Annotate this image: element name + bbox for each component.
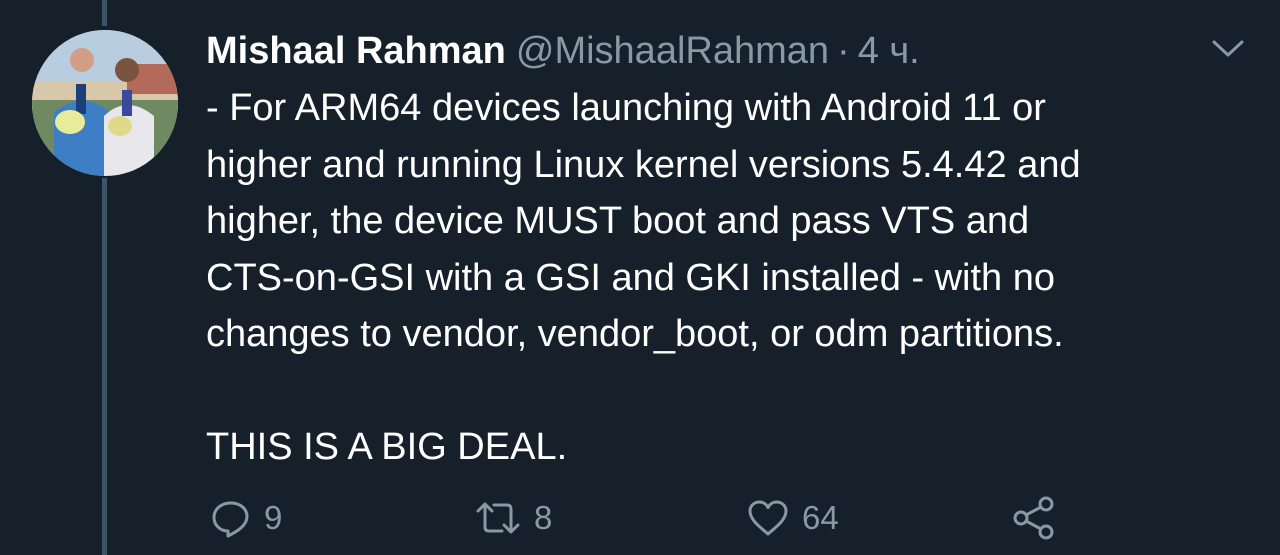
reply-icon <box>212 501 249 538</box>
retweet-count: 8 <box>534 499 553 536</box>
tweet-actions: 9 8 64 <box>0 492 1280 544</box>
retweet-icon <box>476 502 520 534</box>
tweet-text-line: CTS-on-GSI with a GSI and GKI installed … <box>206 256 1056 299</box>
tweet-text-line: changes to vendor, vendor_boot, or odm p… <box>206 313 1064 355</box>
tweet-text-line: higher and running Linux kernel versions… <box>206 143 1081 186</box>
tweet-text-line: - For ARM64 devices launching with Andro… <box>206 87 1046 129</box>
tweet-header: Mishaal Rahman @MishaalRahman · 4 ч. <box>206 26 920 76</box>
tweet-text-line: higher, the device MUST boot and pass VT… <box>206 200 1030 242</box>
separator-dot: · <box>837 30 850 72</box>
user-handle[interactable]: @MishaalRahman <box>516 30 829 72</box>
avatar[interactable] <box>32 30 178 176</box>
share-icon <box>1013 496 1054 540</box>
reply-count: 9 <box>264 499 283 536</box>
like-button[interactable]: 64 <box>746 492 839 544</box>
like-count: 64 <box>802 499 839 536</box>
tweet-text-emphasis: THIS IS A BIG DEAL. <box>206 426 568 468</box>
tweet-text: - For ARM64 devices launching with Andro… <box>206 80 1216 476</box>
timestamp[interactable]: 4 ч. <box>858 30 920 72</box>
reply-button[interactable]: 9 <box>210 492 282 544</box>
display-name[interactable]: Mishaal Rahman <box>206 30 506 72</box>
tweet-menu-button[interactable] <box>1208 34 1248 62</box>
thread-line-top <box>102 0 107 26</box>
retweet-button[interactable]: 8 <box>474 492 552 544</box>
avatar-photo <box>32 30 178 176</box>
heart-icon <box>748 500 788 536</box>
share-button[interactable] <box>1010 492 1058 544</box>
chevron-down-icon <box>1212 40 1244 57</box>
